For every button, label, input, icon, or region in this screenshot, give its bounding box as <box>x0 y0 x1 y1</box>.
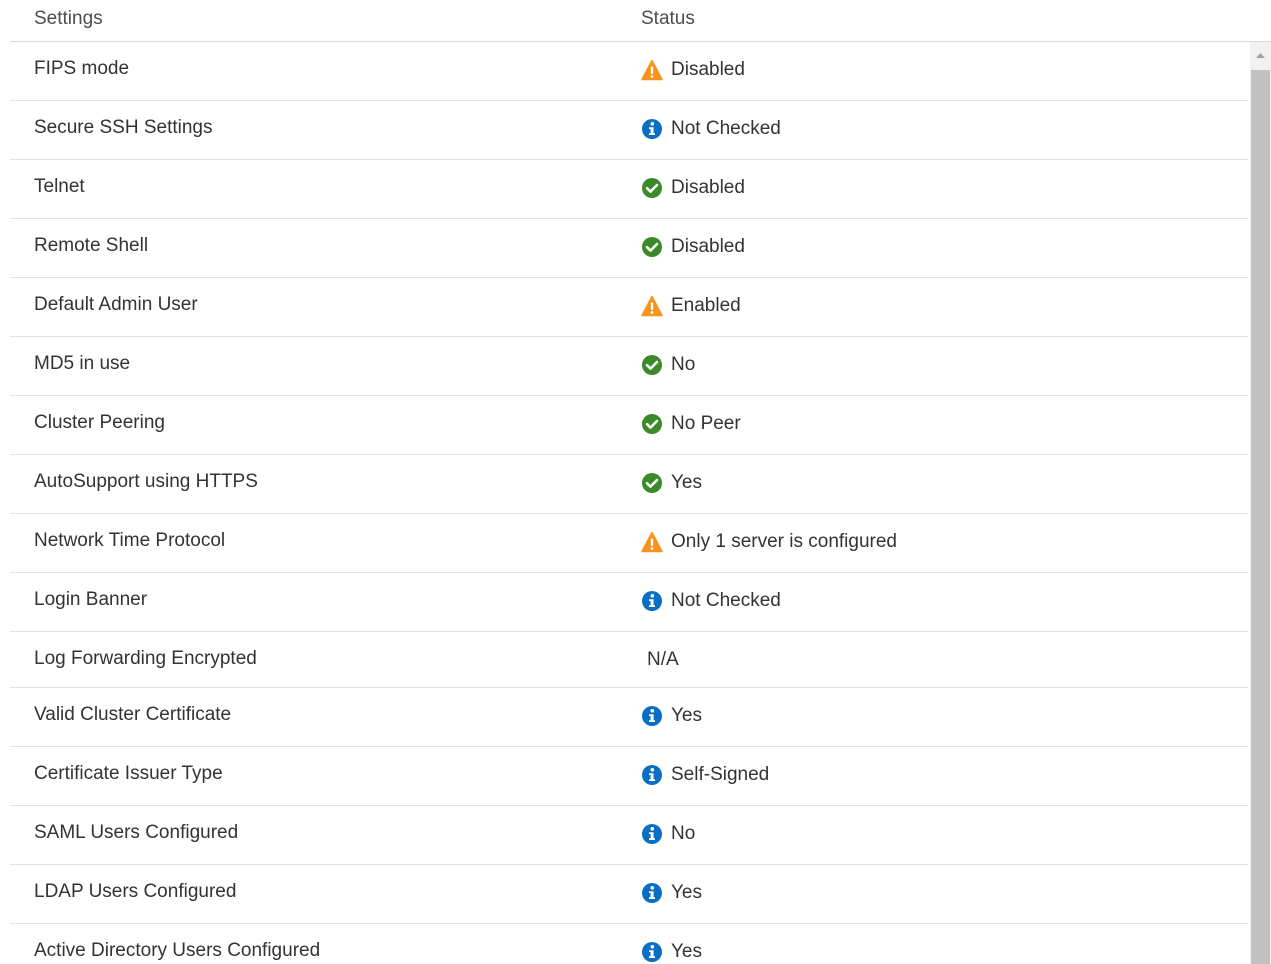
setting-name: AutoSupport using HTTPS <box>34 471 258 492</box>
table-row: Active Directory Users Configured Yes <box>10 924 1248 964</box>
setting-status: No <box>641 354 695 376</box>
info-icon <box>642 942 662 962</box>
setting-status: Yes <box>641 941 702 963</box>
info-icon <box>642 119 662 139</box>
table-row: AutoSupport using HTTPS Yes <box>10 455 1248 514</box>
setting-name: Valid Cluster Certificate <box>34 704 232 725</box>
table-row: Telnet Disabled <box>10 160 1248 219</box>
table-row: Remote Shell Disabled <box>10 219 1248 278</box>
setting-name: Log Forwarding Encrypted <box>34 648 257 669</box>
setting-status: Disabled <box>641 177 745 199</box>
status-text: Not Checked <box>671 590 781 611</box>
table-row: MD5 in use No <box>10 337 1248 396</box>
warning-icon <box>641 59 663 81</box>
status-text: Yes <box>671 882 702 903</box>
setting-name: SAML Users Configured <box>34 822 239 843</box>
warning-icon <box>641 295 663 317</box>
setting-name: Login Banner <box>34 589 148 610</box>
setting-status: Disabled <box>641 59 745 81</box>
check-icon <box>642 473 662 493</box>
vertical-scrollbar[interactable] <box>1250 42 1271 964</box>
setting-status: No <box>641 823 695 845</box>
setting-name: Certificate Issuer Type <box>34 763 223 784</box>
table-row: LDAP Users Configured Yes <box>10 865 1248 924</box>
table-header: Settings Status <box>10 0 1271 42</box>
check-icon <box>642 414 662 434</box>
table-row: Default Admin User Enabled <box>10 278 1248 337</box>
table-row: SAML Users Configured No <box>10 806 1248 865</box>
status-text: No <box>671 354 696 375</box>
scroll-up-arrow-icon[interactable] <box>1250 42 1271 70</box>
check-icon <box>642 178 662 198</box>
setting-status: Only 1 server is configured <box>641 531 897 553</box>
setting-status: Disabled <box>641 236 745 258</box>
table-row: Cluster Peering No Peer <box>10 396 1248 455</box>
setting-name: Network Time Protocol <box>34 530 226 551</box>
status-text: Enabled <box>671 295 741 316</box>
check-icon <box>642 237 662 257</box>
status-column-header: Status <box>641 8 695 29</box>
table-row: Valid Cluster Certificate Yes <box>10 688 1248 747</box>
table-row: FIPS mode Disabled <box>10 42 1248 101</box>
table-row: Certificate Issuer Type Self-Signed <box>10 747 1248 806</box>
setting-status: Self-Signed <box>641 764 769 786</box>
status-text: Not Checked <box>671 118 781 139</box>
setting-name: Secure SSH Settings <box>34 117 213 138</box>
setting-name: Default Admin User <box>34 294 198 315</box>
status-text: Only 1 server is configured <box>671 531 897 552</box>
setting-status: Yes <box>641 472 702 494</box>
warning-icon <box>641 531 663 553</box>
security-settings-panel: Settings Status FIPS mode Disabled Secure … <box>0 0 1271 964</box>
table-row: Network Time Protocol Only 1 server is co… <box>10 514 1248 573</box>
info-icon <box>642 883 662 903</box>
setting-name: LDAP Users Configured <box>34 881 237 902</box>
status-text: No Peer <box>671 413 741 434</box>
check-icon <box>642 355 662 375</box>
info-icon <box>642 824 662 844</box>
setting-status: N/A <box>641 649 679 671</box>
setting-name: MD5 in use <box>34 353 131 374</box>
table-row: Secure SSH Settings Not Checked <box>10 101 1248 160</box>
table-row: Login Banner Not Checked <box>10 573 1248 632</box>
status-text: Disabled <box>671 177 745 198</box>
status-text: Disabled <box>671 236 745 257</box>
settings-column-header: Settings <box>34 8 103 29</box>
scrollbar-thumb[interactable] <box>1251 70 1270 964</box>
info-icon <box>642 765 662 785</box>
setting-name: FIPS mode <box>34 58 130 79</box>
setting-name: Active Directory Users Configured <box>34 940 321 961</box>
setting-status: Not Checked <box>641 118 781 140</box>
setting-status: No Peer <box>641 413 741 435</box>
status-text: No <box>671 823 696 844</box>
status-text: Yes <box>671 941 702 962</box>
setting-status: Enabled <box>641 295 741 317</box>
setting-name: Telnet <box>34 176 85 197</box>
setting-name: Cluster Peering <box>34 412 165 433</box>
setting-name: Remote Shell <box>34 235 149 256</box>
setting-status: Yes <box>641 705 702 727</box>
status-text: Yes <box>671 705 702 726</box>
settings-table-body: FIPS mode Disabled Secure SSH Settings Not … <box>10 42 1248 964</box>
status-text: Self-Signed <box>671 764 770 785</box>
table-row: Log Forwarding Encrypted N/A <box>10 632 1248 688</box>
setting-status: Yes <box>641 882 702 904</box>
setting-status: Not Checked <box>641 590 781 612</box>
status-text: N/A <box>647 649 679 670</box>
info-icon <box>642 591 662 611</box>
info-icon <box>642 706 662 726</box>
status-text: Yes <box>671 472 702 493</box>
status-text: Disabled <box>671 59 745 80</box>
